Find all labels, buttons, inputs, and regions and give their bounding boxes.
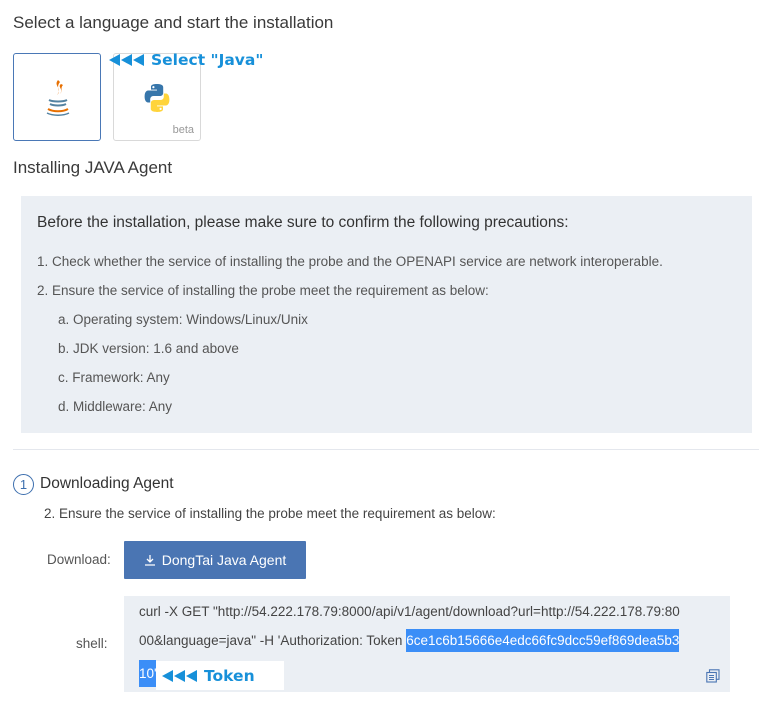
precaution-item: 1. Check whether the service of installi… (37, 254, 663, 269)
copy-icon[interactable] (706, 669, 720, 683)
divider (13, 449, 759, 450)
select-java-annotation-text: Select "Java" (151, 51, 264, 69)
precautions-title: Before the installation, please make sur… (37, 214, 569, 231)
download-icon (144, 555, 155, 566)
shell-label: shell: (76, 636, 108, 651)
page-title: Select a language and start the installa… (13, 13, 334, 32)
arrow-left-icon (162, 669, 198, 682)
token-annotation: Token (156, 661, 284, 690)
token-highlight: 6ce1c6b15666e4edc66fc9dcc59ef869dea5b3 (406, 629, 680, 652)
section-title: Installing JAVA Agent (13, 158, 173, 177)
token-annotation-text: Token (204, 666, 255, 685)
beta-badge: beta (172, 124, 194, 136)
language-option-java[interactable] (13, 53, 101, 141)
precautions-panel: Before the installation, please make sur… (21, 196, 752, 433)
precaution-subitem: b. JDK version: 1.6 and above (58, 341, 239, 356)
select-java-annotation: Select "Java" (109, 51, 263, 69)
download-agent-button[interactable]: DongTai Java Agent (124, 541, 306, 579)
shell-command-line1: curl -X GET "http://54.222.178.79:8000/a… (139, 604, 680, 619)
precaution-subitem: c. Framework: Any (58, 370, 170, 385)
step-title: Downloading Agent (40, 475, 174, 492)
precaution-subitem: a. Operating system: Windows/Linux/Unix (58, 312, 308, 327)
step-number: 1 (13, 474, 34, 495)
token-highlight-tail: 10' (139, 660, 156, 687)
step-description: 2. Ensure the service of installing the … (44, 506, 496, 521)
shell-command-line2-prefix: 00&language=java" -H 'Authorization: Tok… (139, 633, 407, 648)
shell-command-line2: 00&language=java" -H 'Authorization: Tok… (139, 629, 680, 652)
precaution-item: 2. Ensure the service of installing the … (37, 283, 489, 298)
download-button-label: DongTai Java Agent (161, 552, 287, 568)
download-label: Download: (47, 552, 111, 567)
arrow-left-icon (109, 54, 145, 66)
java-icon (46, 80, 70, 116)
precaution-subitem: d. Middleware: Any (58, 399, 173, 414)
python-icon (144, 84, 170, 112)
